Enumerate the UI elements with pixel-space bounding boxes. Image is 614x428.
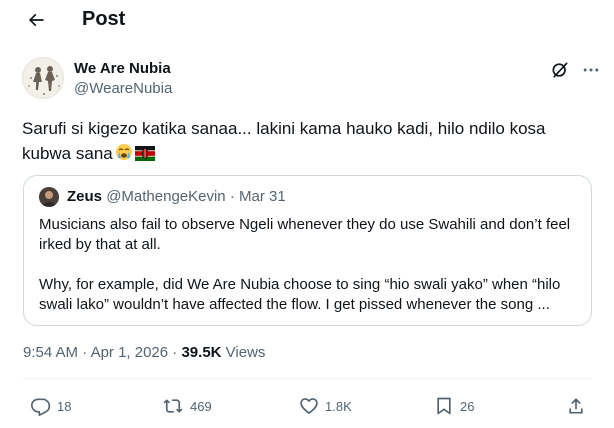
quoted-post[interactable]: Zeus @MathengeKevin · Mar 31 Musicians a…	[23, 175, 592, 326]
meta-separator: ·	[168, 344, 182, 361]
quote-separator: ·	[229, 188, 235, 205]
meta-separator: ·	[78, 344, 91, 361]
quote-header: Zeus @MathengeKevin · Mar 31	[67, 188, 286, 205]
tweet-text: Sarufi si kigezo katika sanaa... lakini …	[22, 116, 592, 168]
quote-paragraph: Why, for example, did We Are Nubia choos…	[39, 276, 561, 313]
post-time[interactable]: 9:54 AM	[23, 344, 78, 361]
kenya-flag-emoji	[134, 143, 155, 168]
bookmark-count: 26	[460, 398, 475, 414]
more-icon	[583, 68, 599, 72]
post-date[interactable]: Apr 1, 2026	[91, 344, 169, 361]
post-meta: 9:54 AM · Apr 1, 2026 · 39.5K Views	[23, 344, 265, 361]
reply-count: 18	[57, 398, 72, 414]
author-handle[interactable]: @WeareNubia	[74, 80, 172, 97]
like-count: 1.8K	[325, 398, 352, 414]
share-button[interactable]	[566, 395, 586, 417]
views-count: 39.5K	[181, 344, 222, 361]
back-button[interactable]	[22, 6, 50, 34]
bookmark-icon	[437, 397, 451, 415]
reply-button[interactable]: 18	[31, 395, 71, 417]
quote-author-handle: @MathengeKevin	[106, 188, 226, 205]
like-button[interactable]: 1.8K	[299, 395, 352, 417]
crying-face-emoji	[115, 143, 133, 168]
more-button[interactable]	[580, 59, 602, 81]
quote-date: Mar 31	[239, 188, 286, 205]
page-title: Post	[82, 8, 126, 30]
header: Post	[0, 0, 614, 40]
bookmark-button[interactable]: 26	[434, 395, 474, 417]
quote-text: Musicians also fail to observe Ngeli whe…	[39, 215, 579, 315]
grok-button[interactable]	[549, 59, 571, 81]
grok-icon	[552, 62, 568, 78]
divider	[22, 378, 592, 379]
repost-button[interactable]: 469	[162, 395, 212, 417]
views-label: Views	[221, 344, 266, 361]
arrow-left-icon	[28, 13, 44, 27]
heart-icon	[300, 398, 318, 414]
quote-author-name: Zeus	[67, 188, 103, 205]
tweet-body: Sarufi si kigezo katika sanaa... lakini …	[22, 119, 546, 163]
quote-paragraph: Musicians also fail to observe Ngeli whe…	[39, 216, 571, 253]
author-row: We Are Nubia @WeareNubia	[22, 57, 599, 101]
quote-avatar	[39, 187, 59, 207]
author-name[interactable]: We Are Nubia	[74, 60, 171, 77]
avatar[interactable]	[22, 57, 64, 99]
repost-icon	[163, 399, 183, 413]
share-icon	[569, 398, 583, 414]
repost-count: 469	[190, 398, 212, 414]
reply-icon	[31, 398, 51, 416]
